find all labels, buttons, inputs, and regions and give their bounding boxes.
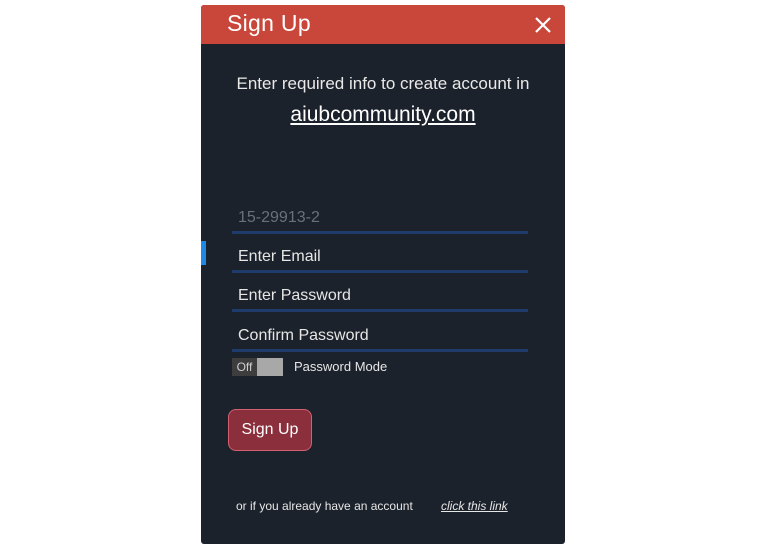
student-id-field[interactable] — [232, 205, 528, 235]
field-underline — [232, 231, 528, 234]
signup-button[interactable]: Sign Up — [228, 409, 312, 451]
password-input[interactable] — [232, 283, 528, 309]
confirm-password-input[interactable] — [232, 323, 528, 349]
intro-text: Enter required info to create account in — [236, 74, 530, 93]
field-underline — [232, 309, 528, 312]
password-mode-toggle[interactable]: Off — [232, 358, 283, 376]
field-underline — [232, 270, 528, 273]
signup-dialog: Sign Up Enter required info to create ac… — [201, 5, 565, 544]
close-icon[interactable] — [532, 14, 554, 36]
field-underline — [232, 349, 528, 352]
toggle-knob[interactable] — [257, 358, 283, 376]
password-mode-label: Password Mode — [294, 359, 388, 374]
email-field[interactable] — [232, 244, 528, 274]
login-link[interactable]: click this link — [441, 499, 508, 513]
toggle-state-label: Off — [232, 358, 257, 376]
footer-text: or if you already have an account — [236, 499, 413, 513]
password-field[interactable] — [232, 283, 528, 313]
email-input[interactable] — [232, 244, 528, 270]
title-bar: Sign Up — [201, 5, 565, 44]
site-link[interactable]: aiubcommunity.com — [201, 103, 565, 127]
dialog-title: Sign Up — [227, 10, 311, 36]
student-id-input[interactable] — [232, 205, 528, 231]
focus-indicator — [201, 241, 206, 265]
confirm-password-field[interactable] — [232, 323, 528, 353]
